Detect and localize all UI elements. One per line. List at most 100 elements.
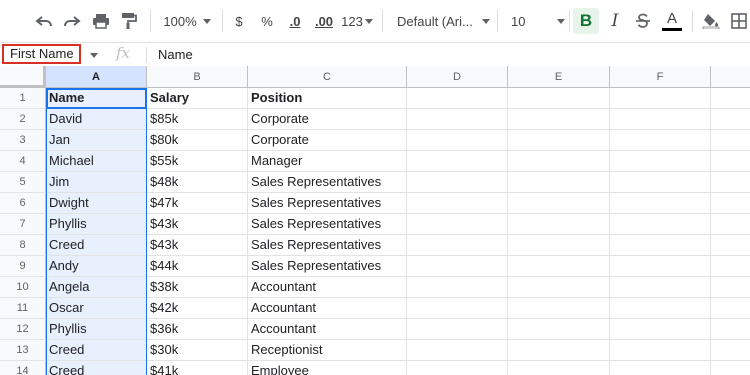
cell-empty[interactable]: [508, 361, 610, 375]
cell-c[interactable]: Manager: [248, 151, 407, 172]
cell-empty[interactable]: [711, 277, 750, 298]
column-header-e[interactable]: E: [508, 66, 610, 88]
cell-a[interactable]: Phyllis: [46, 214, 147, 235]
cell-empty[interactable]: [508, 88, 610, 109]
cell-c[interactable]: Sales Representatives: [248, 214, 407, 235]
cell-empty[interactable]: [407, 277, 508, 298]
cell-empty[interactable]: [407, 319, 508, 340]
column-header-d[interactable]: D: [407, 66, 508, 88]
zoom-select[interactable]: 100%: [158, 8, 216, 34]
cell-a[interactable]: Michael: [46, 151, 147, 172]
cell-empty[interactable]: [407, 151, 508, 172]
cell-c[interactable]: Sales Representatives: [248, 235, 407, 256]
cell-a[interactable]: Jan: [46, 130, 147, 151]
cell-b[interactable]: $55k: [147, 151, 248, 172]
cell-empty[interactable]: [407, 193, 508, 214]
font-size-select[interactable]: 10: [505, 8, 565, 34]
more-formats-select[interactable]: 123: [340, 8, 374, 34]
decrease-decimal-button[interactable]: .0: [284, 8, 306, 34]
cell-empty[interactable]: [711, 214, 750, 235]
row-header[interactable]: 8: [0, 235, 46, 256]
percent-button[interactable]: %: [258, 8, 276, 34]
row-header[interactable]: 7: [0, 214, 46, 235]
cell-c[interactable]: Sales Representatives: [248, 193, 407, 214]
cell-c[interactable]: Accountant: [248, 298, 407, 319]
cell-empty[interactable]: [508, 151, 610, 172]
column-header-a[interactable]: A: [46, 66, 147, 88]
cell-empty[interactable]: [508, 340, 610, 361]
cell-empty[interactable]: [407, 361, 508, 375]
formula-input[interactable]: Name: [158, 47, 193, 62]
cell-c[interactable]: Accountant: [248, 277, 407, 298]
cell-c[interactable]: Accountant: [248, 319, 407, 340]
increase-decimal-button[interactable]: .00: [312, 8, 336, 34]
row-header[interactable]: 9: [0, 256, 46, 277]
cell-empty[interactable]: [407, 298, 508, 319]
cell-c[interactable]: Employee: [248, 361, 407, 375]
cell-empty[interactable]: [610, 256, 711, 277]
cell-c[interactable]: Position: [248, 88, 407, 109]
cell-c[interactable]: Receptionist: [248, 340, 407, 361]
undo-icon[interactable]: [32, 8, 56, 34]
cell-empty[interactable]: [610, 193, 711, 214]
cell-empty[interactable]: [610, 235, 711, 256]
cell-b[interactable]: $43k: [147, 214, 248, 235]
cell-empty[interactable]: [508, 277, 610, 298]
cell-empty[interactable]: [610, 172, 711, 193]
cell-c[interactable]: Sales Representatives: [248, 172, 407, 193]
row-header[interactable]: 14: [0, 361, 46, 375]
cell-empty[interactable]: [508, 172, 610, 193]
cell-a[interactable]: Creed: [46, 235, 147, 256]
cell-empty[interactable]: [508, 298, 610, 319]
cell-empty[interactable]: [711, 361, 750, 375]
cell-a[interactable]: Name: [46, 88, 147, 109]
cell-b[interactable]: $44k: [147, 256, 248, 277]
cell-empty[interactable]: [407, 130, 508, 151]
cell-empty[interactable]: [711, 151, 750, 172]
bold-button[interactable]: B: [573, 8, 599, 34]
cell-empty[interactable]: [407, 256, 508, 277]
row-header[interactable]: 11: [0, 298, 46, 319]
strikethrough-icon[interactable]: [632, 8, 654, 34]
row-header[interactable]: 12: [0, 319, 46, 340]
cell-b[interactable]: $42k: [147, 298, 248, 319]
cell-a[interactable]: Jim: [46, 172, 147, 193]
cell-empty[interactable]: [508, 256, 610, 277]
cell-c[interactable]: Corporate: [248, 109, 407, 130]
redo-icon[interactable]: [60, 8, 84, 34]
cell-a[interactable]: Dwight: [46, 193, 147, 214]
cell-empty[interactable]: [610, 277, 711, 298]
row-header[interactable]: 1: [0, 88, 46, 109]
cell-empty[interactable]: [610, 361, 711, 375]
select-all-corner[interactable]: [0, 66, 46, 88]
cell-empty[interactable]: [508, 214, 610, 235]
row-header[interactable]: 6: [0, 193, 46, 214]
cell-a[interactable]: Creed: [46, 361, 147, 375]
cell-empty[interactable]: [711, 109, 750, 130]
cell-empty[interactable]: [508, 109, 610, 130]
cell-empty[interactable]: [610, 151, 711, 172]
cell-a[interactable]: Phyllis: [46, 319, 147, 340]
column-header-b[interactable]: B: [147, 66, 248, 88]
cell-empty[interactable]: [711, 130, 750, 151]
cell-empty[interactable]: [610, 340, 711, 361]
cell-b[interactable]: $48k: [147, 172, 248, 193]
cell-b[interactable]: $38k: [147, 277, 248, 298]
italic-button[interactable]: I: [604, 8, 626, 34]
column-header-f[interactable]: F: [610, 66, 711, 88]
cell-empty[interactable]: [610, 130, 711, 151]
font-family-select[interactable]: Default (Ari...: [390, 8, 490, 34]
column-header-c[interactable]: C: [248, 66, 407, 88]
cell-empty[interactable]: [610, 109, 711, 130]
name-box[interactable]: First Name: [2, 44, 81, 64]
cell-b[interactable]: $36k: [147, 319, 248, 340]
row-header[interactable]: 4: [0, 151, 46, 172]
row-header[interactable]: 10: [0, 277, 46, 298]
row-header[interactable]: 2: [0, 109, 46, 130]
print-icon[interactable]: [89, 8, 113, 34]
cell-b[interactable]: $43k: [147, 235, 248, 256]
cell-b[interactable]: $85k: [147, 109, 248, 130]
row-header[interactable]: 5: [0, 172, 46, 193]
cell-b[interactable]: $41k: [147, 361, 248, 375]
cell-empty[interactable]: [610, 214, 711, 235]
